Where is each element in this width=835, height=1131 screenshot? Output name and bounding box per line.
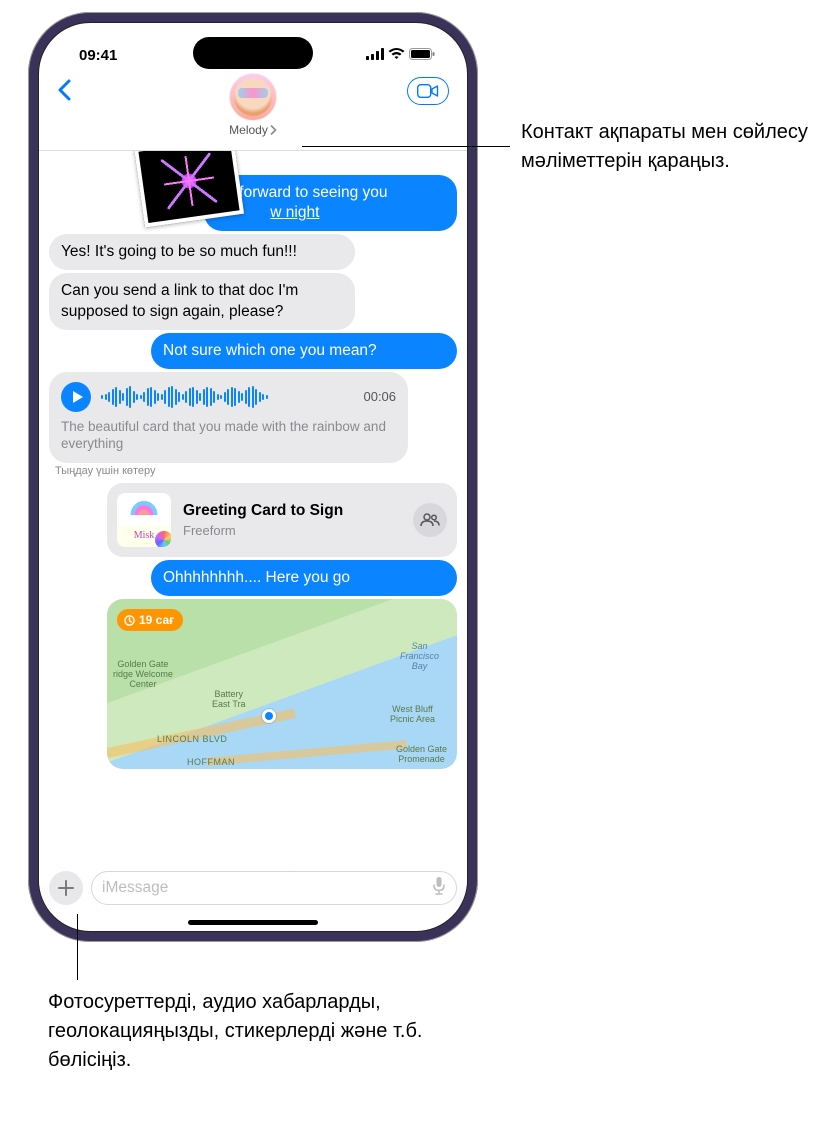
map-poi-label: Golden Gateridge WelcomeCenter (113, 659, 173, 689)
attachments-button[interactable] (49, 871, 83, 905)
message-sent[interactable]: Ohhhhhhhh.... Here you go (151, 560, 457, 596)
map-water-label: SanFranciscoBay (400, 641, 439, 671)
chevron-right-icon (270, 125, 277, 135)
cellular-icon (366, 47, 384, 64)
map-poi-label: BatteryEast Tra (212, 689, 246, 709)
mic-icon (432, 876, 446, 896)
message-received[interactable]: Can you send a link to that doc I'm supp… (49, 273, 355, 329)
status-time: 09:41 (79, 47, 117, 64)
video-icon (417, 84, 439, 98)
battery-icon (409, 47, 435, 64)
callout-leader-line (302, 146, 510, 147)
dynamic-island (193, 37, 313, 69)
phone-screen: 09:41 (38, 22, 468, 932)
avatar (229, 73, 277, 121)
message-input[interactable]: iMessage (91, 871, 457, 905)
message-input-bar: iMessage (39, 863, 467, 913)
share-title: Greeting Card to Sign (183, 502, 401, 521)
audio-message[interactable]: 00:06 The beautiful card that you made w… (49, 372, 408, 463)
map-poi-label: Golden GatePromenade (396, 744, 447, 764)
freeform-app-icon (155, 531, 171, 547)
phone-frame: 09:41 (28, 12, 478, 942)
map-poi-label: West BluffPicnic Area (390, 704, 435, 724)
dictation-button[interactable] (432, 876, 446, 901)
contact-header[interactable]: Melody (229, 73, 277, 137)
message-sent[interactable]: Not sure which one you mean? (151, 333, 457, 369)
map-road-label: LINCOLN BLVD (157, 734, 227, 744)
map-road-label: HOFFMAN (187, 757, 235, 767)
input-placeholder: iMessage (102, 879, 168, 897)
callout-leader-line (77, 914, 78, 980)
callout-text: Фотосуреттерді, аудио хабарларды, геолок… (48, 988, 468, 1075)
plus-icon (57, 879, 75, 897)
play-icon (73, 391, 83, 403)
shared-document[interactable]: Misk Greeting Card to Sign Freeform (107, 483, 457, 557)
home-indicator[interactable] (188, 920, 318, 925)
location-expiry-badge: 19 сағ (117, 609, 183, 631)
play-button[interactable] (61, 382, 91, 412)
message-received[interactable]: Yes! It's going to be so much fun!!! (49, 234, 355, 270)
wifi-icon (388, 47, 405, 64)
collaboration-button[interactable] (413, 503, 447, 537)
audio-waveform[interactable] (101, 385, 353, 409)
message-link[interactable]: w night (270, 204, 319, 221)
nav-bar: Melody (39, 71, 467, 151)
back-button[interactable] (57, 75, 71, 108)
audio-transcript: The beautiful card that you made with th… (61, 418, 396, 453)
audio-duration: 00:06 (363, 389, 396, 404)
share-subtitle: Freeform (183, 523, 401, 538)
people-icon (420, 513, 440, 527)
facetime-button[interactable] (407, 77, 449, 105)
clock-icon (124, 615, 135, 626)
callout-text: Контакт ақпараты мен сөйлесу мәліметтері… (521, 118, 821, 176)
location-pin (262, 709, 276, 723)
conversation-view[interactable]: xxxforward to seeing you xxxxxxxw night … (39, 151, 467, 853)
raise-to-listen-label: Тыңдау үшін көтеру (55, 465, 457, 477)
contact-name: Melody (229, 123, 268, 137)
share-thumbnail: Misk (117, 493, 171, 547)
location-share[interactable]: 19 сағ Golden Gateridge WelcomeCenter Ba… (107, 599, 457, 769)
